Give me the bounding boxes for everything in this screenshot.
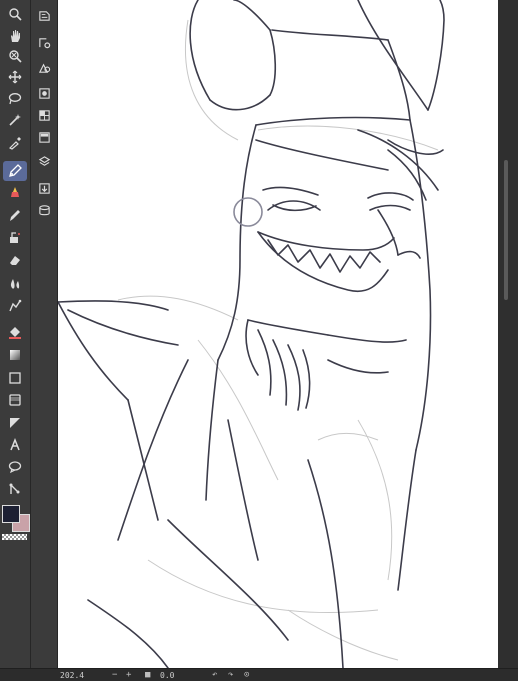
text-icon[interactable] — [3, 435, 27, 455]
balloon-icon[interactable] — [3, 457, 27, 477]
blend-icon[interactable] — [3, 274, 27, 294]
move-icon[interactable] — [3, 67, 27, 87]
eyedropper-icon[interactable] — [3, 133, 27, 153]
reset-rotation-icon[interactable]: ⊙ — [244, 670, 249, 680]
rotate-left-icon[interactable]: ↶ — [212, 670, 217, 680]
fit-view-icon[interactable]: ■ — [145, 670, 150, 680]
rotate-right-icon[interactable]: ↷ — [228, 670, 233, 680]
ruler-icon[interactable] — [3, 390, 27, 410]
color-layer-icon[interactable] — [35, 58, 53, 76]
layer-grid-icon[interactable] — [35, 106, 53, 124]
hand-icon[interactable] — [3, 26, 27, 46]
rotate-icon[interactable] — [3, 46, 27, 66]
command-bar — [31, 0, 58, 680]
pen-icon[interactable] — [3, 161, 27, 181]
database-icon[interactable] — [35, 201, 53, 219]
brush-icon[interactable] — [3, 205, 27, 225]
correct-line-icon[interactable] — [3, 479, 27, 499]
gradient-icon[interactable] — [3, 345, 27, 365]
vector-line-icon[interactable] — [3, 413, 27, 433]
magic-wand-icon[interactable] — [3, 110, 27, 130]
vertical-scrollbar[interactable] — [498, 0, 518, 668]
frame-icon[interactable] — [3, 368, 27, 388]
layers-icon[interactable] — [35, 152, 53, 170]
export-icon[interactable] — [35, 179, 53, 197]
fill-icon[interactable] — [3, 322, 27, 342]
layer-list-icon[interactable] — [35, 128, 53, 146]
airbrush-icon[interactable] — [3, 228, 27, 248]
lasso-select-icon[interactable] — [3, 89, 27, 109]
scroll-thumb[interactable] — [504, 160, 508, 300]
pencil-icon[interactable] — [3, 183, 27, 203]
transparent-color-swatch[interactable] — [2, 534, 27, 540]
zoom-icon[interactable] — [3, 4, 27, 24]
zoom-out-button[interactable]: − — [112, 670, 117, 680]
layer-settings-icon[interactable] — [35, 33, 53, 51]
layer-property-icon[interactable] — [35, 6, 53, 24]
drawing-canvas[interactable] — [58, 0, 498, 668]
status-bar: 202.4 − + ■ 0.0 ↶ ↷ ⊙ — [0, 668, 518, 681]
line-art-sketch — [58, 0, 445, 668]
figure-icon[interactable] — [3, 296, 27, 316]
eraser-icon[interactable] — [3, 250, 27, 270]
main-color-swatch[interactable] — [2, 505, 20, 523]
rotation-angle[interactable]: 0.0 — [160, 670, 174, 680]
zoom-level[interactable]: 202.4 — [60, 670, 84, 680]
tone-icon[interactable] — [35, 84, 53, 102]
zoom-in-button[interactable]: + — [126, 670, 131, 680]
tool-palette — [0, 0, 31, 680]
